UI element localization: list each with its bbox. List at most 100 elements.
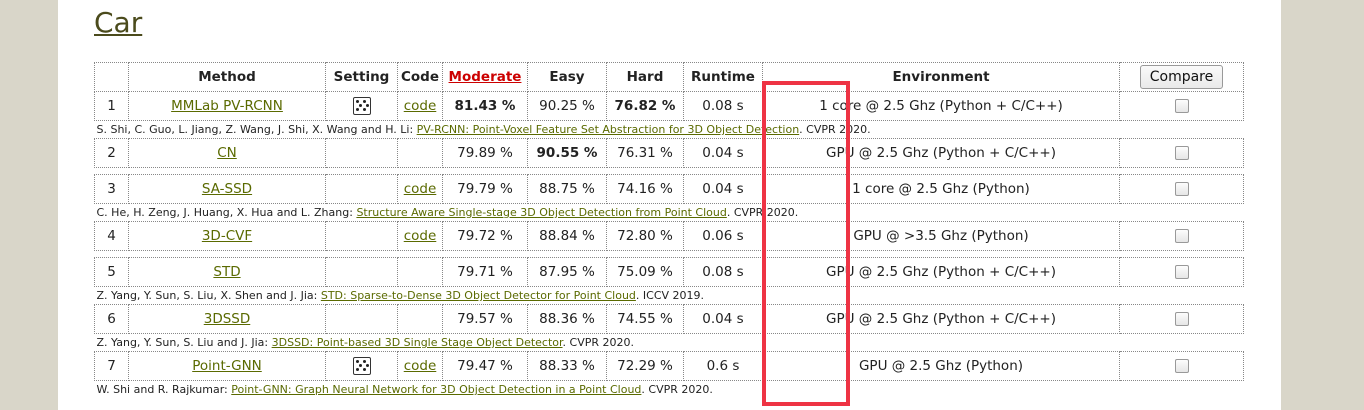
- compare-cell: [1119, 304, 1244, 334]
- results-body: 1 MMLab PV-RCNN code 81.43 % 90.25 % 76.82 % 0…: [94, 91, 1244, 399]
- method-cell: Point-GNN: [128, 351, 326, 381]
- code-link[interactable]: code: [404, 98, 437, 114]
- easy-header[interactable]: Easy: [527, 62, 607, 92]
- method-link[interactable]: SA-SSD: [202, 181, 252, 197]
- compare-cell: [1119, 174, 1244, 204]
- reference-authors: Z. Yang, Y. Sun, S. Liu, X. Shen and J. …: [96, 289, 321, 302]
- code-cell: [397, 257, 443, 287]
- rank-cell: 1: [94, 91, 129, 121]
- method-link[interactable]: STD: [213, 264, 240, 280]
- hard-cell: 75.09 %: [606, 257, 684, 287]
- easy-cell: 90.25 %: [527, 91, 607, 121]
- moderate-header[interactable]: Moderate: [442, 62, 528, 92]
- easy-cell: 90.55 %: [527, 138, 607, 168]
- reference-paper-link[interactable]: Point-GNN: Graph Neural Network for 3D O…: [231, 383, 641, 396]
- runtime-cell: 0.06 s: [683, 221, 763, 251]
- reference-venue: . CVPR 2020.: [641, 383, 713, 396]
- method-link[interactable]: 3DSSD: [204, 311, 251, 327]
- method-cell: MMLab PV-RCNN: [128, 91, 326, 121]
- method-cell: CN: [128, 138, 326, 168]
- rank-cell: 4: [94, 221, 129, 251]
- hard-header[interactable]: Hard: [606, 62, 684, 92]
- table-row: 4 3D-CVF code 79.72 % 88.84 % 72.80 % 0.06 s GP…: [94, 221, 1244, 251]
- runtime-header: Runtime: [683, 62, 763, 92]
- environment-header: Environment: [762, 62, 1120, 92]
- reference-text: C. He, H. Zeng, J. Huang, X. Hua and L. …: [95, 204, 1244, 222]
- code-link[interactable]: code: [404, 228, 437, 244]
- rank-cell: 6: [94, 304, 129, 334]
- reference-authors: C. He, H. Zeng, J. Huang, X. Hua and L. …: [96, 206, 357, 219]
- code-cell: code: [397, 91, 443, 121]
- row-spacer-cell: [95, 168, 1244, 175]
- code-link[interactable]: code: [404, 181, 437, 197]
- method-header: Method: [128, 62, 326, 92]
- moderate-cell: 79.79 %: [442, 174, 528, 204]
- reference-paper-link[interactable]: PV-RCNN: Point-Voxel Feature Set Abstrac…: [417, 123, 800, 136]
- reference-venue: . CVPR 2020.: [726, 206, 799, 219]
- reference-paper-link[interactable]: Structure Aware Single-stage 3D Object D…: [356, 206, 726, 219]
- code-cell: code: [397, 221, 443, 251]
- setting-cell: [325, 221, 398, 251]
- compare-cell: [1119, 221, 1244, 251]
- reference-row: Z. Yang, Y. Sun, S. Liu, X. Shen and J. …: [95, 287, 1244, 305]
- compare-checkbox[interactable]: [1174, 265, 1189, 279]
- setting-cell: [325, 174, 398, 204]
- setting-cell: [325, 138, 398, 168]
- environment-cell: GPU @ 2.5 Ghz (Python + C/C++): [762, 257, 1120, 287]
- reference-row: Z. Yang, Y. Sun, S. Liu and J. Jia: 3DSS…: [95, 334, 1244, 352]
- table-row: 3 SA-SSD code 79.79 % 88.75 % 74.16 % 0.04 s1 …: [94, 174, 1244, 204]
- hard-cell: 76.31 %: [606, 138, 684, 168]
- rank-cell: 5: [94, 257, 129, 287]
- table-row: 7 Point-GNN code 79.47 % 88.33 % 72.29 % 0.6 s…: [94, 351, 1244, 381]
- setting-cell: [325, 351, 398, 381]
- reference-text: S. Shi, C. Guo, L. Jiang, Z. Wang, J. Sh…: [95, 121, 1244, 139]
- compare-cell: [1119, 351, 1244, 381]
- environment-cell: GPU @ >3.5 Ghz (Python): [762, 221, 1120, 251]
- method-cell: STD: [128, 257, 326, 287]
- compare-checkbox[interactable]: [1174, 146, 1189, 160]
- moderate-cell: 79.71 %: [442, 257, 528, 287]
- moderate-cell: 79.47 %: [442, 351, 528, 381]
- environment-cell: GPU @ 2.5 Ghz (Python + C/C++): [762, 304, 1120, 334]
- reference-paper-link[interactable]: STD: Sparse-to-Dense 3D Object Detector …: [321, 289, 636, 302]
- code-cell: [397, 304, 443, 334]
- easy-cell: 88.75 %: [527, 174, 607, 204]
- compare-checkbox[interactable]: [1174, 359, 1189, 373]
- row-spacer: [95, 168, 1244, 175]
- reference-paper-link[interactable]: 3DSSD: Point-based 3D Single Stage Objec…: [272, 336, 563, 349]
- moderate-cell: 79.57 %: [442, 304, 528, 334]
- compare-checkbox[interactable]: [1174, 312, 1189, 326]
- moderate-sort-link[interactable]: Moderate: [449, 69, 522, 85]
- table-row: 6 3DSSD 79.57 % 88.36 % 74.55 % 0.04 s GPU @ 2…: [94, 304, 1244, 334]
- content-panel: Car Method Setting Code Moderate Easy Ha…: [58, 0, 1281, 410]
- code-cell: code: [397, 174, 443, 204]
- environment-cell: GPU @ 2.5 Ghz (Python): [762, 351, 1120, 381]
- method-link[interactable]: Point-GNN: [192, 358, 262, 374]
- table-row: 1 MMLab PV-RCNN code 81.43 % 90.25 % 76.82 % 0…: [94, 91, 1244, 121]
- compare-checkbox[interactable]: [1174, 182, 1189, 196]
- environment-cell: 1 core @ 2.5 Ghz (Python + C/C++): [762, 91, 1120, 121]
- section-title: Car: [94, 6, 143, 39]
- compare-header: Compare: [1119, 62, 1244, 92]
- method-link[interactable]: MMLab PV-RCNN: [171, 98, 283, 114]
- method-link[interactable]: 3D-CVF: [202, 228, 252, 244]
- rank-cell: 2: [94, 138, 129, 168]
- method-cell: SA-SSD: [128, 174, 326, 204]
- setting-header: Setting: [325, 62, 398, 92]
- compare-button[interactable]: Compare: [1139, 65, 1224, 89]
- reference-authors: W. Shi and R. Rajkumar:: [96, 383, 232, 396]
- method-link[interactable]: CN: [217, 145, 237, 161]
- moderate-cell: 79.89 %: [442, 138, 528, 168]
- compare-checkbox[interactable]: [1174, 229, 1189, 243]
- easy-cell: 88.33 %: [527, 351, 607, 381]
- code-link[interactable]: code: [404, 358, 437, 374]
- method-cell: 3D-CVF: [128, 221, 326, 251]
- method-cell: 3DSSD: [128, 304, 326, 334]
- rank-header: [94, 62, 129, 92]
- hard-cell: 72.29 %: [606, 351, 684, 381]
- compare-cell: [1119, 138, 1244, 168]
- compare-checkbox[interactable]: [1174, 99, 1189, 113]
- easy-cell: 87.95 %: [527, 257, 607, 287]
- reference-venue: . CVPR 2020.: [799, 123, 871, 136]
- reference-venue: . CVPR 2020.: [562, 336, 634, 349]
